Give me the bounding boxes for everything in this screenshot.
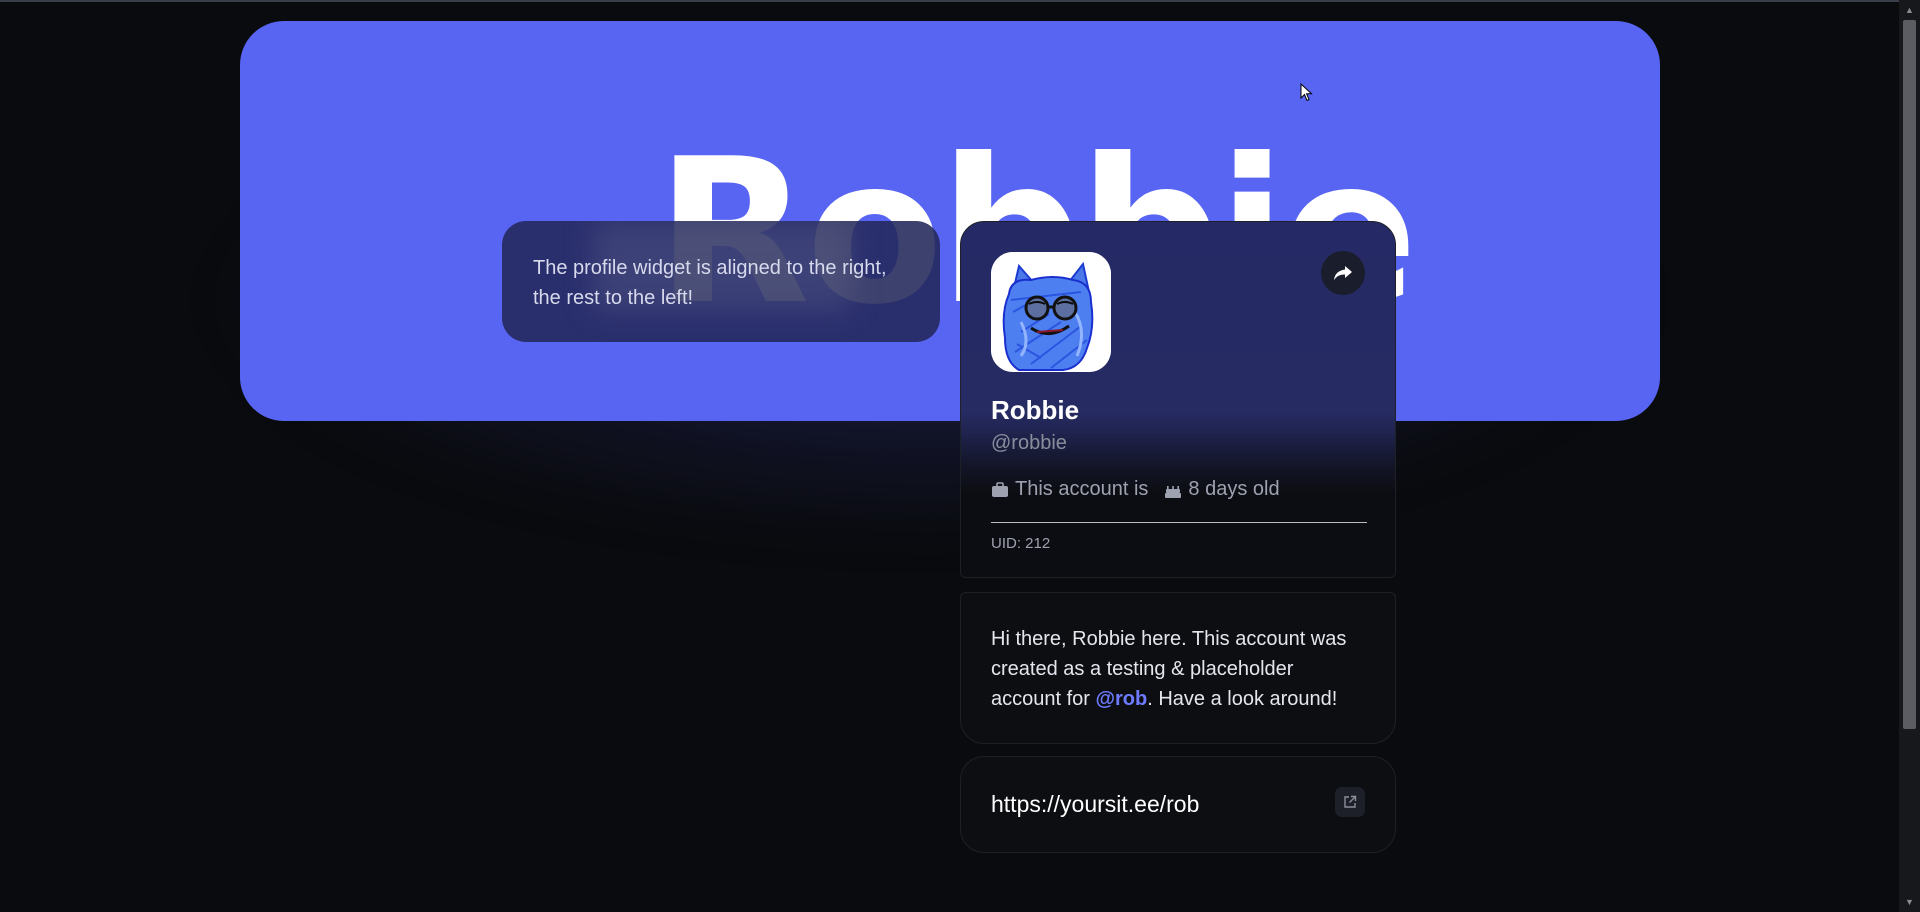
profile-meta-row: This account is 8 days old bbox=[991, 478, 1296, 501]
profile-handle: @robbie bbox=[991, 432, 1067, 454]
bio-mention-link[interactable]: @rob bbox=[1096, 688, 1148, 710]
briefcase-icon bbox=[992, 481, 1008, 497]
link-url[interactable]: https://yoursit.ee/rob bbox=[991, 791, 1199, 818]
cake-icon bbox=[1165, 485, 1182, 498]
info-card: The profile widget is aligned to the rig… bbox=[502, 221, 940, 342]
link-card[interactable]: https://yoursit.ee/rob bbox=[960, 756, 1396, 853]
bio-text-end: . Have a look around! bbox=[1147, 688, 1338, 710]
account-status: This account is bbox=[991, 478, 1148, 501]
scroll-down-icon[interactable]: ▼ bbox=[1899, 894, 1920, 910]
info-card-text: The profile widget is aligned to the rig… bbox=[533, 257, 887, 309]
bio-card: Hi there, Robbie here. This account was … bbox=[960, 592, 1396, 744]
window-top-border bbox=[0, 0, 1920, 2]
mouse-cursor-icon bbox=[1300, 83, 1313, 102]
account-age-text: 8 days old bbox=[1188, 478, 1280, 500]
share-arrow-icon bbox=[1334, 266, 1352, 280]
avatar-drawing bbox=[991, 252, 1111, 372]
banner-name-text: Robbie bbox=[240, 133, 1660, 333]
account-status-text: This account is bbox=[1015, 478, 1149, 500]
profile-display-name: Robbie bbox=[991, 395, 1080, 425]
account-age: 8 days old bbox=[1164, 478, 1280, 501]
bio-text: Hi there, Robbie here. This account was … bbox=[991, 624, 1367, 714]
scroll-up-icon[interactable]: ▲ bbox=[1899, 2, 1920, 18]
open-link-button[interactable] bbox=[1335, 787, 1365, 817]
page: Robbie The profile widget is aligned to … bbox=[0, 0, 1920, 912]
share-button[interactable] bbox=[1321, 251, 1365, 295]
profile-banner: Robbie bbox=[240, 21, 1660, 421]
avatar[interactable] bbox=[991, 252, 1111, 372]
profile-uid: UID: 212 bbox=[991, 535, 1051, 552]
vertical-scrollbar[interactable]: ▲ ▼ bbox=[1899, 0, 1920, 912]
profile-divider bbox=[991, 522, 1367, 523]
external-link-icon bbox=[1344, 795, 1357, 808]
scrollbar-thumb[interactable] bbox=[1903, 20, 1916, 729]
profile-card: Robbie @robbie This account is 8 days ol… bbox=[960, 221, 1396, 578]
